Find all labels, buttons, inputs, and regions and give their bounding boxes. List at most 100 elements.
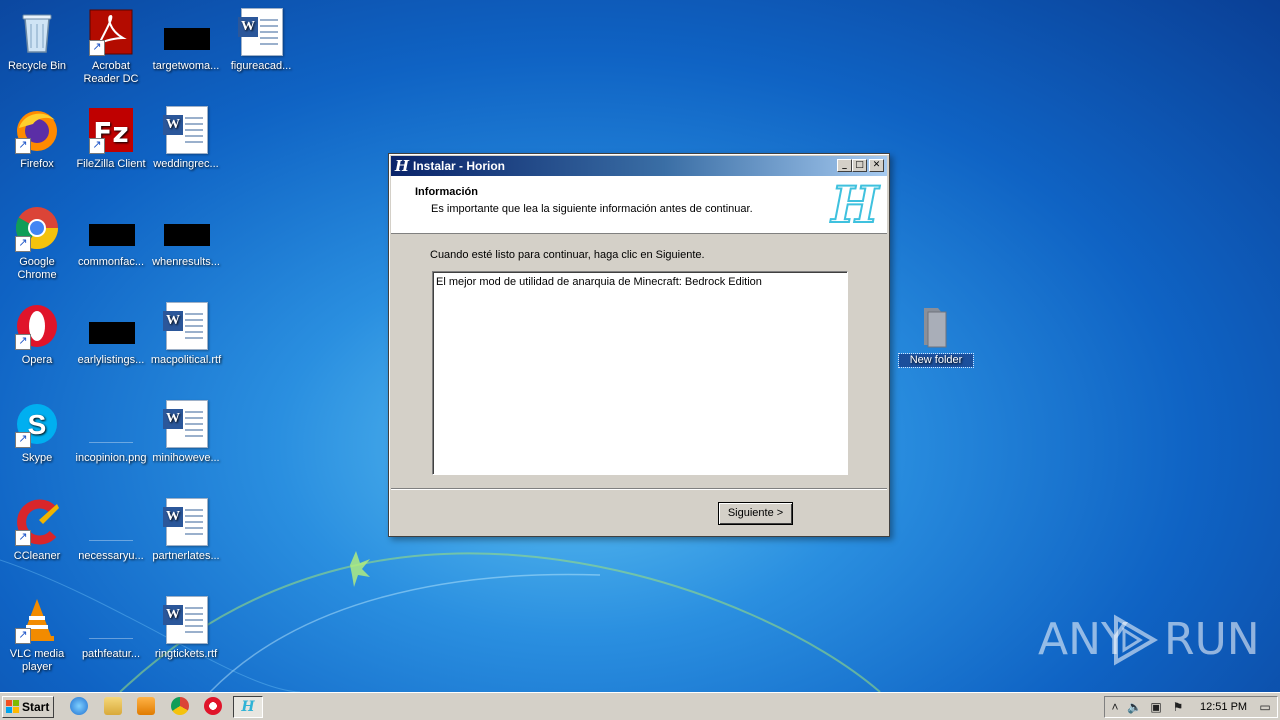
network-icon[interactable]: ▣ <box>1149 700 1163 714</box>
chrome-icon: ↗ <box>13 204 61 252</box>
black-thumbnail-icon <box>87 204 135 252</box>
volume-icon[interactable]: 🔈 <box>1127 700 1142 714</box>
opera-icon: ↗ <box>13 302 61 350</box>
next-button[interactable]: Siguiente > <box>718 502 793 525</box>
desktop-icon-label: Recycle Bin <box>7 60 67 72</box>
desktop-icon-file[interactable]: pathfeatur... <box>74 596 148 661</box>
desktop-icon-ccleaner[interactable]: ↗ CCleaner <box>0 498 74 563</box>
desktop-icon-file[interactable]: whenresults... <box>149 204 223 269</box>
desktop-icon-label: commonfac... <box>77 256 145 268</box>
desktop-icon-label: FileZilla Client <box>76 158 146 170</box>
desktop-icon-word-doc[interactable]: W macpolitical.rtf <box>149 302 223 367</box>
chrome-taskbar-icon[interactable] <box>171 697 189 715</box>
desktop-icon-word-doc[interactable]: W minihoweve... <box>149 400 223 465</box>
window-titlebar[interactable]: H Instalar - Horion _ □ ✕ <box>391 156 887 176</box>
footer-separator <box>391 488 887 490</box>
desktop-icon-recycle-bin[interactable]: Recycle Bin <box>0 8 74 73</box>
shortcut-arrow-icon: ↗ <box>89 138 105 154</box>
shortcut-arrow-icon: ↗ <box>15 530 31 546</box>
wizard-header: Información Es importante que lea la sig… <box>391 176 887 234</box>
close-button[interactable]: ✕ <box>869 159 884 172</box>
desktop-icon-file[interactable]: commonfac... <box>74 204 148 269</box>
desktop-icon-acrobat-reader[interactable]: ↗ Acrobat Reader DC <box>74 8 148 86</box>
desktop-icon-label: ringtickets.rtf <box>154 648 218 660</box>
desktop-icon-label: Acrobat Reader DC <box>83 60 139 85</box>
maximize-button[interactable]: □ <box>852 159 867 172</box>
black-thumbnail-icon <box>87 302 135 350</box>
desktop-icon-new-folder[interactable]: New folder <box>898 302 974 368</box>
desktop-icon-label: partnerlates... <box>152 550 220 562</box>
ccleaner-icon: ↗ <box>13 498 61 546</box>
window-title: Instalar - Horion <box>413 159 506 173</box>
recycle-bin-icon <box>13 8 61 56</box>
desktop-icon-label: figureacad... <box>230 60 292 72</box>
clock[interactable]: 12:51 PM <box>1200 697 1247 717</box>
desktop-icon-file[interactable]: necessaryu... <box>74 498 148 563</box>
desktop-icon-label: Firefox <box>20 158 54 170</box>
desktop-icon-word-doc[interactable]: W partnerlates... <box>149 498 223 563</box>
taskbar: Start H ˄ 🔈 ▣ ⚑ 12:51 PM ▭ <box>0 692 1280 720</box>
wizard-header-title: Información <box>415 186 478 198</box>
start-label: Start <box>22 700 50 714</box>
tray-expand-icon[interactable]: ˄ <box>1108 700 1122 714</box>
desktop-icon-label: New folder <box>898 353 974 368</box>
word-document-icon: W <box>162 400 210 448</box>
shortcut-arrow-icon: ↗ <box>15 628 31 644</box>
desktop-icon-word-doc[interactable]: W figureacad... <box>224 8 298 73</box>
desktop-icon-vlc[interactable]: ↗ VLC media player <box>0 596 74 674</box>
wallpaper-leaf <box>350 551 370 587</box>
desktop-icon-word-doc[interactable]: W ringtickets.rtf <box>149 596 223 661</box>
acrobat-icon: ↗ <box>87 8 135 56</box>
info-text: El mejor mod de utilidad de anarquia de … <box>436 276 762 288</box>
desktop-icon-label: weddingrec... <box>153 158 219 170</box>
desktop-icon-word-doc[interactable]: W weddingrec... <box>149 106 223 171</box>
black-thumbnail-icon <box>162 204 210 252</box>
desktop-icon-label: incopinion.png <box>75 452 147 464</box>
desktop-icon-label: CCleaner <box>13 550 61 562</box>
watermark-play-icon <box>1114 614 1158 666</box>
desktop-icon-label: macpolitical.rtf <box>150 354 222 366</box>
word-document-icon: W <box>237 8 285 56</box>
desktop-icon-skype[interactable]: S ↗ Skype <box>0 400 74 465</box>
taskbar-item-horion-installer[interactable]: H <box>233 696 263 718</box>
desktop-icon-label: whenresults... <box>152 256 220 268</box>
vlc-cone-icon: ↗ <box>13 596 61 644</box>
show-desktop-icon[interactable]: ▭ <box>1258 700 1272 714</box>
internet-explorer-icon[interactable] <box>70 697 88 715</box>
system-tray: ˄ 🔈 ▣ ⚑ 12:51 PM ▭ <box>1104 696 1278 718</box>
blank-thumbnail-icon <box>87 498 135 546</box>
word-document-icon: W <box>162 106 210 154</box>
desktop-icon-label: VLC media player <box>9 648 65 673</box>
shortcut-arrow-icon: ↗ <box>15 432 31 448</box>
wizard-header-subtitle: Es importante que lea la siguiente infor… <box>431 203 753 215</box>
desktop-icon-file[interactable]: incopinion.png <box>74 400 148 465</box>
shortcut-arrow-icon: ↗ <box>15 236 31 252</box>
desktop-icon-filezilla[interactable]: Fz ↗ FileZilla Client <box>74 106 148 171</box>
desktop-icon-label: targetwoma... <box>152 60 220 72</box>
shortcut-arrow-icon: ↗ <box>89 40 105 56</box>
blank-thumbnail-icon <box>87 400 135 448</box>
opera-taskbar-icon[interactable] <box>204 697 222 715</box>
anyrun-watermark: ANY RUN <box>1038 612 1260 668</box>
desktop-icon-firefox[interactable]: ↗ Firefox <box>0 106 74 171</box>
desktop-icon-label: minihoweve... <box>152 452 220 464</box>
minimize-button[interactable]: _ <box>837 159 852 172</box>
file-explorer-icon[interactable] <box>104 697 122 715</box>
installer-window[interactable]: H Instalar - Horion _ □ ✕ Información Es… <box>388 153 890 537</box>
shortcut-arrow-icon: ↗ <box>15 138 31 154</box>
filezilla-icon: Fz ↗ <box>87 106 135 154</box>
word-document-icon: W <box>162 302 210 350</box>
desktop-icon-file[interactable]: targetwoma... <box>149 8 223 73</box>
desktop-icon-file[interactable]: earlylistings... <box>74 302 148 367</box>
info-textbox[interactable]: El mejor mod de utilidad de anarquia de … <box>432 271 848 475</box>
black-thumbnail-icon <box>162 8 210 56</box>
firefox-icon: ↗ <box>13 106 61 154</box>
wizard-prompt: Cuando esté listo para continuar, haga c… <box>430 249 705 261</box>
media-player-icon[interactable] <box>137 697 155 715</box>
desktop-icon-google-chrome[interactable]: ↗ Google Chrome <box>0 204 74 282</box>
desktop-icon-label: Skype <box>21 452 53 464</box>
desktop-icon-opera[interactable]: ↗ Opera <box>0 302 74 367</box>
start-button[interactable]: Start <box>2 696 54 718</box>
folder-icon <box>912 302 960 350</box>
action-center-flag-icon[interactable]: ⚑ <box>1171 700 1185 714</box>
